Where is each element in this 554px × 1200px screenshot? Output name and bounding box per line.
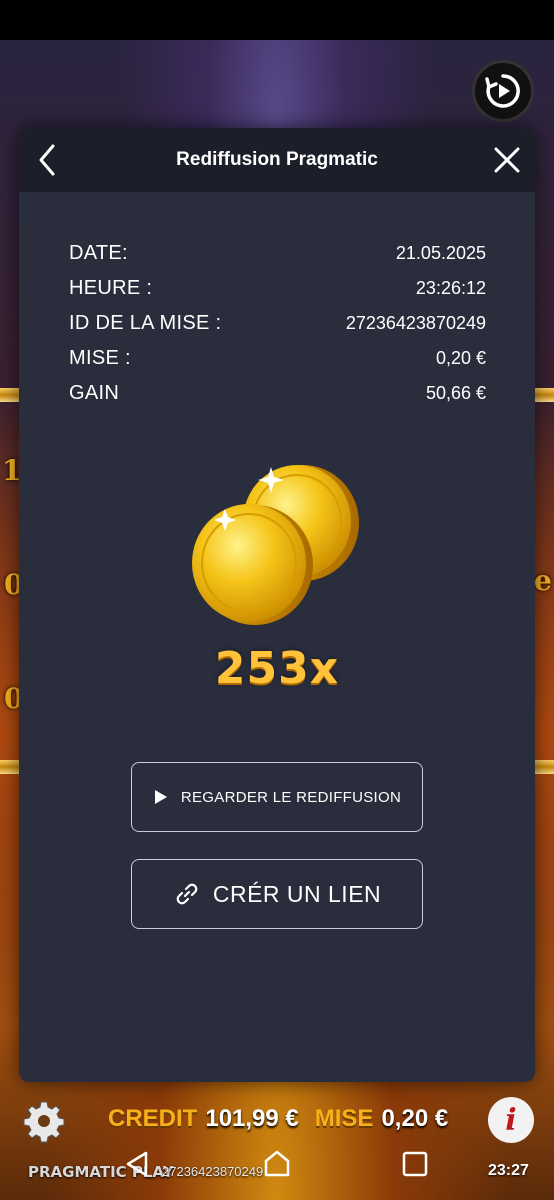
bet-id-value: 27236423870249 bbox=[345, 313, 486, 333]
balance-display: CREDIT 101,99 € MISE 0,20 € bbox=[108, 1105, 448, 1133]
play-icon bbox=[154, 790, 167, 804]
footer-time: 23:27 bbox=[488, 1162, 529, 1179]
date-value: 21.05.2025 bbox=[395, 243, 486, 263]
time-value: 23:26:12 bbox=[415, 278, 486, 298]
bet-id-label: ID DE LA MISE : bbox=[69, 312, 222, 334]
create-link-button[interactable]: CRÉR UN LIEN bbox=[131, 859, 423, 929]
detail-row-bet-id: ID DE LA MISE : 27236423870249 bbox=[69, 306, 486, 341]
footer-bet-id: 27236423870249 bbox=[162, 1164, 264, 1179]
chevron-left-icon bbox=[39, 144, 55, 176]
create-link-label: CRÉR UN LIEN bbox=[212, 880, 382, 907]
close-button[interactable] bbox=[489, 142, 525, 178]
back-button[interactable] bbox=[29, 142, 65, 178]
bet-value-bar: 0,20 € bbox=[381, 1105, 449, 1132]
replay-modal: Rediffusion Pragmatic DATE: 21.05.2025 H… bbox=[19, 128, 535, 1082]
replay-icon bbox=[485, 74, 520, 108]
win-label: GAIN bbox=[69, 382, 120, 404]
replay-button[interactable] bbox=[472, 60, 534, 122]
modal-header: Rediffusion Pragmatic bbox=[19, 128, 535, 192]
link-icon bbox=[176, 883, 198, 905]
date-label: DATE: bbox=[69, 242, 128, 264]
win-value: 50,66 € bbox=[425, 383, 486, 403]
gold-coins-icon bbox=[192, 465, 359, 625]
credit-value: 101,99 € bbox=[205, 1105, 299, 1132]
info-icon[interactable]: i bbox=[488, 1097, 534, 1143]
game-bottom-bar: CREDIT 101,99 € MISE 0,20 € i PRAGMATIC … bbox=[0, 1085, 554, 1200]
modal-title: Rediffusion Pragmatic bbox=[176, 149, 378, 170]
watch-replay-label: REGARDER LE REDIFFUSION bbox=[180, 788, 402, 806]
nav-back-icon[interactable] bbox=[122, 1149, 152, 1179]
detail-row-time: HEURE : 23:26:12 bbox=[69, 271, 486, 306]
bet-label-bar: MISE bbox=[314, 1105, 374, 1132]
close-icon bbox=[494, 147, 520, 173]
side-symbol-right: e bbox=[534, 564, 552, 597]
detail-row-date: DATE: 21.05.2025 bbox=[69, 236, 486, 271]
bet-value: 0,20 € bbox=[435, 348, 486, 368]
nav-home-icon[interactable] bbox=[261, 1147, 293, 1179]
gear-icon[interactable] bbox=[22, 1099, 66, 1143]
time-label: HEURE : bbox=[69, 277, 153, 299]
bet-label: MISE : bbox=[69, 347, 131, 369]
detail-row-bet: MISE : 0,20 € bbox=[69, 341, 486, 376]
credit-label: CREDIT bbox=[108, 1105, 198, 1132]
watch-replay-button[interactable]: REGARDER LE REDIFFUSION bbox=[131, 762, 423, 832]
bet-details: DATE: 21.05.2025 HEURE : 23:26:12 ID DE … bbox=[69, 236, 486, 411]
win-multiplier: 253x bbox=[214, 643, 340, 694]
detail-row-win: GAIN 50,66 € bbox=[69, 376, 486, 411]
nav-recent-apps-icon[interactable] bbox=[401, 1150, 429, 1178]
